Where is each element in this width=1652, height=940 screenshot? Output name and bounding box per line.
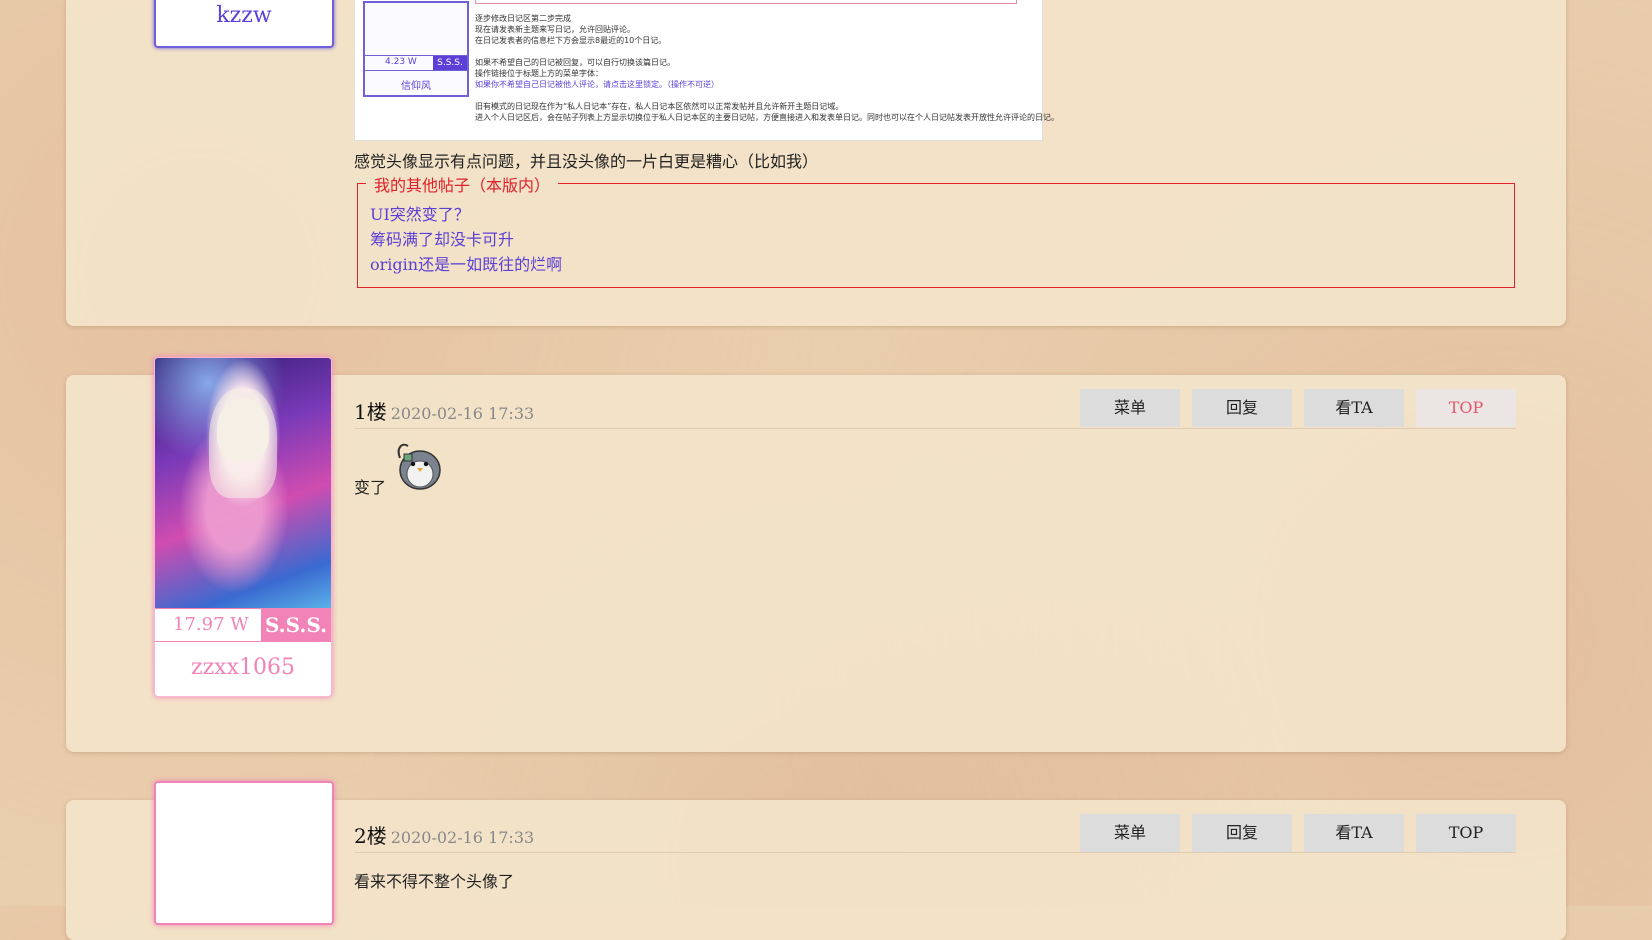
floor-number: 1楼 <box>354 400 387 424</box>
user-rank: S.S.S. <box>261 609 331 641</box>
other-post-link[interactable]: UI突然变了？ <box>370 202 470 227</box>
mini-text-7: 旧有模式的日记现在作为“私人日记本”存在，私人日记本区依然可以正常发帖并且允许新… <box>475 102 844 111</box>
avatar-hair <box>209 388 277 498</box>
floor-header: 1楼 2020-02-16 17:33 <box>354 396 534 425</box>
avatar[interactable] <box>155 358 331 608</box>
top-button[interactable]: TOP <box>1416 389 1516 427</box>
mini-text-5: 操作链接位于标题上方的菜单字体： <box>475 69 603 78</box>
mini-input-line <box>475 0 1017 4</box>
points-bar: 17.97 W S.S.S. <box>155 608 331 642</box>
reply-text: 看来不得不整个头像了 <box>354 872 515 891</box>
other-posts-title: 我的其他帖子（本版内） <box>366 172 559 196</box>
view-author-button[interactable]: 看TA <box>1304 389 1404 427</box>
penguin-emoji-icon <box>394 440 444 492</box>
divider <box>354 428 1516 429</box>
mini-text-4: 如果不希望自己的日记被回复，可以自行切换该篇日记。 <box>475 58 675 67</box>
embedded-screenshot: 4.23 W S.S.S. 信仰风 逐步修改日记区第二步完成 现在请发表新主题来… <box>354 0 1059 141</box>
mini-rank: S.S.S. <box>433 56 467 70</box>
floor-number: 2楼 <box>354 824 387 848</box>
view-author-button[interactable]: 看TA <box>1304 814 1404 852</box>
mini-points: 4.23 W <box>385 57 417 67</box>
post-date: 2020-02-16 17:33 <box>390 828 535 847</box>
other-post-link[interactable]: 筹码满了却没卡可升 <box>370 227 514 252</box>
user-card <box>154 781 334 925</box>
top-button[interactable]: TOP <box>1416 814 1516 852</box>
post-date: 2020-02-16 17:33 <box>390 404 535 423</box>
reply-button[interactable]: 回复 <box>1192 389 1292 427</box>
mini-text-3: 在日记发表者的信息栏下方会显示8最近的10个日记。 <box>475 36 667 45</box>
user-card: kzzw <box>154 0 334 48</box>
reply-text: 变了 <box>354 478 387 497</box>
user-card: 17.97 W S.S.S. zzxx1065 <box>154 357 332 697</box>
mini-text-1: 逐步修改日记区第二步完成 <box>475 14 571 23</box>
menu-button[interactable]: 菜单 <box>1080 814 1180 852</box>
mini-name: 信仰风 <box>401 81 431 92</box>
mini-text-6: 如果你不希望自己日记被他人评论，请点击这里锁定。（操作不可逆） <box>475 80 719 89</box>
floor-header: 2楼 2020-02-16 17:33 <box>354 820 534 849</box>
username[interactable]: kzzw <box>156 0 332 36</box>
mini-text-8: 进入个人日记区后，会在帖子列表上方显示切换位于私人日记本区的主要日记帖，方便直接… <box>475 113 1059 122</box>
mini-user-card: 4.23 W S.S.S. 信仰风 <box>363 1 469 97</box>
menu-button[interactable]: 菜单 <box>1080 389 1180 427</box>
username[interactable]: zzxx1065 <box>155 648 331 688</box>
user-points: 17.97 W <box>173 614 249 635</box>
post-text: 感觉头像显示有点问题，并且没头像的一片白更是糟心（比如我） <box>354 152 819 171</box>
divider <box>354 852 1516 853</box>
reply-button[interactable]: 回复 <box>1192 814 1292 852</box>
other-post-link[interactable]: origin还是一如既往的烂啊 <box>370 252 562 277</box>
mini-text-2: 现在请发表新主题来写日记，允许回贴评论。 <box>475 25 635 34</box>
